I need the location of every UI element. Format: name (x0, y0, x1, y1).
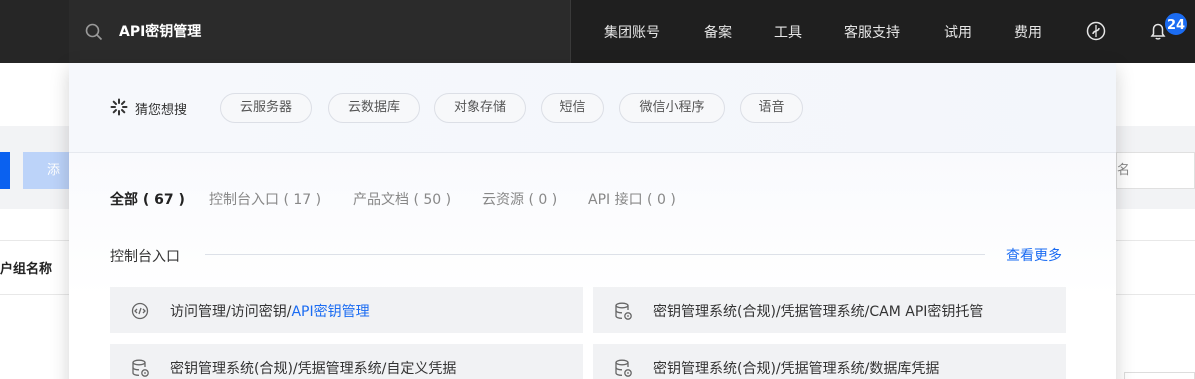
result-item[interactable]: 密钥管理系统(合规)/凭据管理系统/自定义凭据 (110, 344, 583, 379)
nav-item-billing[interactable]: 费用 (1014, 22, 1042, 42)
search-input[interactable]: API密钥管理 (119, 21, 201, 41)
search-icon (85, 23, 103, 41)
suggestion-bar: 猜您想搜 云服务器 云数据库 对象存储 短信 微信小程序 语音 (69, 63, 1116, 153)
suggestion-chip[interactable]: 对象存储 (434, 93, 526, 123)
notification-badge: 24 (1163, 11, 1189, 37)
nav-item-trial[interactable]: 试用 (944, 22, 972, 42)
suggestion-label: 猜您想搜 (135, 103, 188, 118)
sparkle-icon (110, 98, 128, 116)
suggestion-chip[interactable]: 云数据库 (328, 93, 420, 123)
result-item[interactable]: 访问管理/访问密钥/API密钥管理 (110, 287, 583, 333)
result-label: 密钥管理系统(合规)/凭据管理系统/数据库凭据 (653, 361, 940, 377)
add-button[interactable]: 添加 (23, 152, 71, 189)
result-label: 密钥管理系统(合规)/凭据管理系统/CAM API密钥托管 (653, 304, 984, 320)
pagination[interactable] (1124, 372, 1195, 379)
result-highlight: API密钥管理 (291, 304, 370, 320)
create-button[interactable] (0, 152, 10, 189)
nav-item-tools[interactable]: 工具 (774, 22, 802, 42)
api-icon (131, 302, 149, 320)
result-item[interactable]: 密钥管理系统(合规)/凭据管理系统/数据库凭据 (593, 344, 1066, 379)
search-results: 全部 ( 67 ) 控制台入口 ( 17 ) 产品文档 ( 50 ) 云资源 (… (69, 153, 1116, 379)
section-title: 控制台入口 (110, 249, 180, 265)
database-lock-icon (132, 359, 149, 377)
logo-area[interactable] (0, 0, 69, 63)
tab-console-entry[interactable]: 控制台入口 ( 17 ) (209, 189, 321, 209)
column-title: 户组名称 (0, 262, 53, 277)
tab-product-docs[interactable]: 产品文档 ( 50 ) (353, 189, 451, 209)
tab-api[interactable]: API 接口 ( 0 ) (588, 189, 676, 209)
nav-item-group-account[interactable]: 集团账号 (604, 22, 660, 42)
database-lock-icon (615, 302, 632, 320)
search-dropdown: 猜您想搜 云服务器 云数据库 对象存储 短信 微信小程序 语音 全部 ( 67 … (69, 63, 1116, 379)
nav-item-support[interactable]: 客服支持 (844, 22, 900, 42)
database-lock-icon (615, 359, 632, 377)
filter-input[interactable]: 名 (1116, 152, 1195, 189)
global-search[interactable]: API密钥管理 (69, 0, 570, 63)
result-label: 访问管理/访问密钥/API密钥管理 (170, 304, 370, 320)
view-more-link[interactable]: 查看更多 (1006, 245, 1062, 265)
filter-input-text: 名 (1117, 163, 1131, 178)
tab-cloud-resources[interactable]: 云资源 ( 0 ) (482, 189, 557, 209)
result-item[interactable]: 密钥管理系统(合规)/凭据管理系统/CAM API密钥托管 (593, 287, 1066, 333)
nav-item-filing[interactable]: 备案 (704, 22, 732, 42)
currency-icon[interactable] (1085, 20, 1107, 42)
result-label: 密钥管理系统(合规)/凭据管理系统/自定义凭据 (170, 361, 457, 377)
suggestion-chip[interactable]: 微信小程序 (619, 93, 725, 123)
top-navigation-bar: API密钥管理 集团账号 备案 工具 客服支持 试用 费用 24 (0, 0, 1195, 63)
section-divider (205, 254, 985, 255)
suggestion-chip[interactable]: 云服务器 (220, 93, 312, 123)
suggestion-chip[interactable]: 语音 (740, 93, 803, 123)
tab-all[interactable]: 全部 ( 67 ) (110, 189, 185, 209)
suggestion-chip[interactable]: 短信 (541, 93, 604, 123)
